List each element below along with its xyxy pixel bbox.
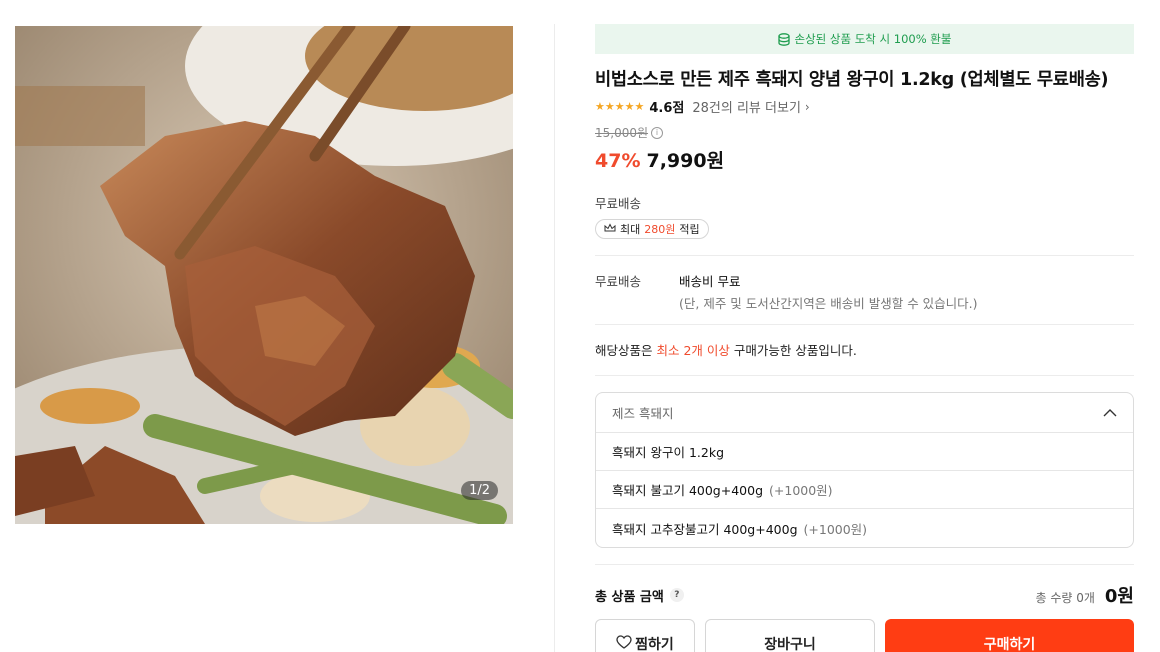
shipping-fee: 배송비 무료 <box>679 274 741 289</box>
option-name: 흑돼지 불고기 400g+400g <box>612 483 764 498</box>
product-image[interactable]: 1/2 <box>15 26 513 524</box>
review-link-label: 28건의 리뷰 더보기 <box>692 101 801 116</box>
refund-banner-text: 손상된 상품 도착 시 100% 환불 <box>794 32 952 46</box>
min-order-highlight: 최소 2개 이상 <box>656 343 730 358</box>
info-icon[interactable]: i <box>651 126 664 139</box>
total-label: 총 상품 금액 <box>595 589 664 605</box>
buy-now-button[interactable]: 구매하기 <box>885 619 1134 652</box>
image-counter: 1/2 <box>461 481 498 500</box>
refund-banner: 손상된 상품 도착 시 100% 환불 <box>595 24 1134 54</box>
min-order-notice: 해당상품은 최소 2개 이상 구매가능한 상품입니다. <box>595 325 1134 375</box>
option-name: 흑돼지 왕구이 1.2kg <box>612 445 724 460</box>
star-icon: ★ <box>614 100 625 113</box>
option-select[interactable]: 제즈 흑돼지 흑돼지 왕구이 1.2kg 흑돼지 불고기 400g+400g (… <box>595 392 1134 548</box>
vertical-divider <box>554 24 555 652</box>
min-order-suffix: 구매가능한 상품입니다. <box>733 343 857 358</box>
divider <box>595 375 1134 376</box>
shipping-detail-key: 무료배송 <box>595 274 642 289</box>
option-name: 흑돼지 고추장불고기 400g+400g <box>612 521 798 537</box>
chevron-up-icon[interactable] <box>1103 405 1117 420</box>
min-order-prefix: 해당상품은 <box>595 343 653 358</box>
heart-icon <box>616 635 632 652</box>
review-link[interactable]: 28건의 리뷰 더보기 › <box>692 97 810 117</box>
points-value: 280원 <box>644 223 676 236</box>
shipping-detail: 무료배송 배송비 무료 (단, 제주 및 도서산간지역은 배송비 발생할 수 있… <box>595 256 1134 324</box>
original-price-row: 15,000원 i <box>595 124 1134 141</box>
option-extra: (+1000원) <box>803 521 868 537</box>
shipping-label: 무료배송 <box>595 196 642 211</box>
original-price: 15,000원 <box>595 126 649 140</box>
discount-rate: 47% <box>595 150 641 172</box>
star-icon: ★ <box>604 100 615 113</box>
action-buttons: 찜하기 장바구니 구매하기 <box>595 619 1134 652</box>
half-star-icon: ★ <box>634 100 645 113</box>
option-select-label: 제즈 흑돼지 <box>612 406 674 421</box>
points-suffix: 적립 <box>679 223 700 236</box>
star-icon: ★ <box>595 100 605 113</box>
product-title: 비법소스로 만든 제주 흑돼지 양념 왕구이 1.2kg (업체별도 무료배송) <box>595 70 1109 90</box>
rating-stars: ★ ★ ★ ★ ★ <box>595 101 644 112</box>
grilled-pork-photo <box>15 26 513 524</box>
crown-icon <box>604 222 616 236</box>
option-extra: (+1000원) <box>769 483 833 498</box>
wishlist-button[interactable]: 찜하기 <box>595 619 695 652</box>
price-row: 47% 7,990원 <box>595 146 1134 173</box>
option-item[interactable]: 흑돼지 왕구이 1.2kg <box>596 433 1133 471</box>
total-quantity: 총 수량 0개 <box>1035 591 1095 605</box>
total-row: 총 상품 금액 ? 총 수량 0개 0원 <box>595 564 1134 608</box>
wishlist-label: 찜하기 <box>635 637 674 652</box>
points-chip: 최대 280원 적립 <box>595 219 709 239</box>
rating-row: ★ ★ ★ ★ ★ 4.6점 28건의 리뷰 더보기 › <box>595 97 1134 117</box>
sale-price: 7,990원 <box>646 150 725 172</box>
help-icon[interactable]: ? <box>669 588 684 602</box>
coin-icon <box>777 32 790 46</box>
product-info-panel: 손상된 상품 도착 시 100% 환불 비법소스로 만든 제주 흑돼지 양념 왕… <box>595 24 1134 652</box>
option-item[interactable]: 흑돼지 불고기 400g+400g (+1000원) <box>596 471 1133 509</box>
option-item[interactable]: 흑돼지 고추장불고기 400g+400g (+1000원) <box>596 509 1133 547</box>
chevron-right-icon: › <box>804 99 810 114</box>
option-select-header[interactable]: 제즈 흑돼지 <box>596 393 1133 433</box>
points-prefix: 최대 <box>620 223 641 236</box>
total-amount: 0원 <box>1104 586 1134 607</box>
star-icon: ★ <box>624 100 635 113</box>
shipping-note: (단, 제주 및 도서산간지역은 배송비 발생할 수 있습니다.) <box>679 296 978 311</box>
add-to-cart-button[interactable]: 장바구니 <box>705 619 875 652</box>
rating-score: 4.6점 <box>649 101 685 116</box>
